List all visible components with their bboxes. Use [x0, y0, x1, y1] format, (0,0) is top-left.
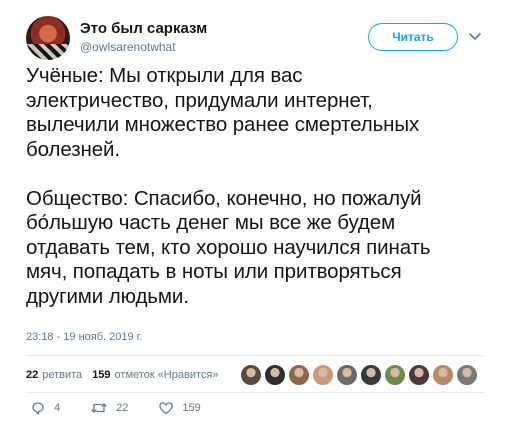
author-name[interactable]: Это был сарказм: [80, 20, 207, 37]
liker-avatar[interactable]: [432, 364, 454, 386]
retweets-count: 22: [26, 369, 39, 381]
divider-bottom: [26, 392, 484, 393]
liker-avatar[interactable]: [384, 364, 406, 386]
heart-icon: [159, 402, 174, 415]
tweet-actions: 4 22 159: [30, 400, 231, 416]
liker-avatar[interactable]: [456, 364, 478, 386]
like-count: 159: [182, 402, 201, 414]
tweet-text: Учёные: Мы открыли для вас электричество…: [26, 64, 431, 308]
retweet-icon: [91, 403, 107, 413]
retweets-label: ретвита: [42, 369, 83, 381]
reply-count: 4: [54, 402, 61, 414]
liker-avatar[interactable]: [288, 364, 310, 386]
like-action[interactable]: 159: [158, 400, 201, 416]
liker-avatar[interactable]: [312, 364, 334, 386]
liker-avatar[interactable]: [240, 364, 262, 386]
avatar-pattern: [26, 44, 70, 60]
chevron-down-icon[interactable]: [468, 32, 482, 42]
likes-label: отметок «Нравится»: [114, 369, 219, 381]
retweet-count: 22: [116, 402, 129, 414]
liker-avatar[interactable]: [360, 364, 382, 386]
reply-icon: [32, 402, 44, 415]
liker-avatars: [240, 364, 480, 386]
reply-action[interactable]: 4: [30, 400, 60, 416]
liker-avatar[interactable]: [336, 364, 358, 386]
author-handle[interactable]: @owlsarenotwhat: [80, 40, 176, 54]
tweet-header: Это был сарказм @owlsarenotwhat Читать: [26, 16, 496, 60]
divider-top: [26, 355, 484, 356]
tweet-stats: 22 ретвита 159 отметок «Нравится»: [26, 362, 228, 388]
liker-avatar[interactable]: [408, 364, 430, 386]
retweet-action[interactable]: 22: [90, 400, 128, 416]
likes-count: 159: [92, 369, 111, 381]
author-avatar[interactable]: [26, 16, 70, 60]
liker-avatar[interactable]: [264, 364, 286, 386]
follow-button[interactable]: Читать: [368, 23, 458, 51]
likes-stat[interactable]: 159 отметок «Нравится»: [92, 369, 218, 381]
tweet-timestamp[interactable]: 23:18 - 19 нояб. 2019 г.: [26, 331, 142, 343]
retweets-stat[interactable]: 22 ретвита: [26, 369, 82, 381]
